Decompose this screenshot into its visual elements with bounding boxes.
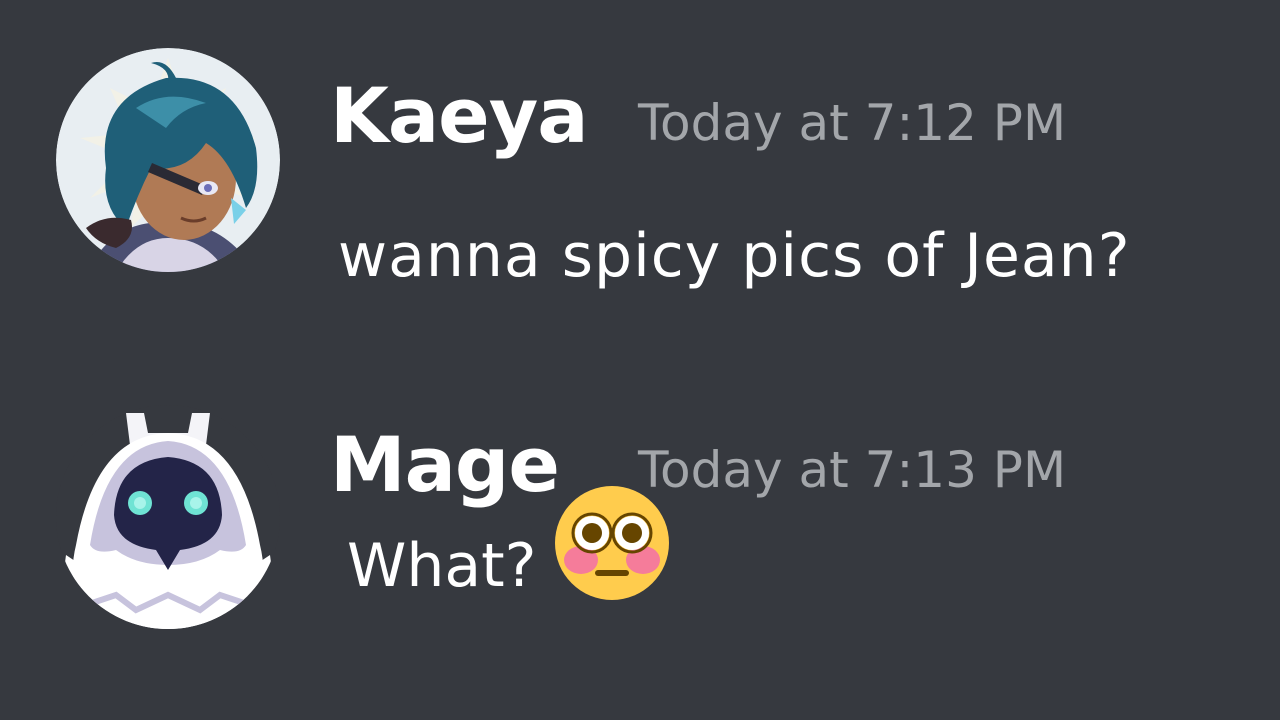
timestamp: Today at 7:13 PM <box>638 441 1067 499</box>
timestamp: Today at 7:12 PM <box>638 94 1067 152</box>
flushed-face-icon <box>553 484 671 602</box>
abyss-mage-avatar-icon[interactable] <box>56 405 280 629</box>
username[interactable]: Mage <box>330 427 560 503</box>
username[interactable]: Kaeya <box>330 78 589 154</box>
kaeya-avatar-icon[interactable] <box>56 48 280 272</box>
message-text-content: What? <box>347 531 537 601</box>
message-text: wanna spicy pics of Jean? <box>338 226 1131 286</box>
message-item: Mage Today at 7:13 PM What? <box>0 405 1280 645</box>
message-item: Kaeya Today at 7:12 PM wanna spicy pics … <box>0 48 1280 288</box>
message-text: What? <box>347 486 671 602</box>
chat-log: Kaeya Today at 7:12 PM wanna spicy pics … <box>0 0 1280 720</box>
message-text-content: wanna spicy pics of Jean? <box>338 221 1131 291</box>
